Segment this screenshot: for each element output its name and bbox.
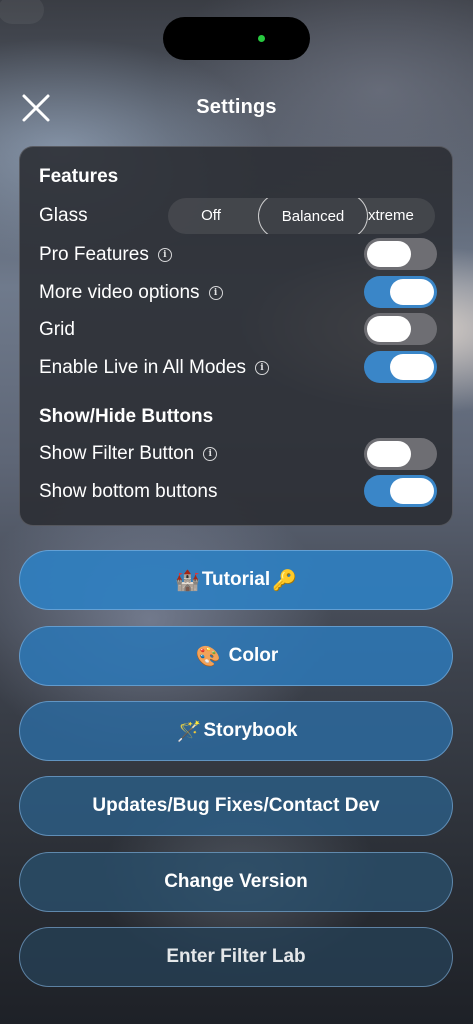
more-video-options-text: More video options — [39, 282, 200, 303]
show-filter-button-label: Show Filter Button i — [39, 443, 218, 465]
updates-label: Updates/Bug Fixes/Contact Dev — [92, 795, 380, 816]
tutorial-label: Tutorial — [201, 569, 271, 590]
castle-icon: 🏰 — [174, 568, 200, 592]
toggle-knob — [367, 316, 411, 342]
glass-option-balanced[interactable]: Balanced — [258, 198, 368, 234]
info-icon[interactable]: i — [157, 248, 172, 262]
color-button[interactable]: 🎨 Color — [19, 626, 453, 686]
show-filter-button-toggle[interactable] — [364, 438, 437, 470]
info-icon[interactable]: i — [255, 361, 270, 375]
storybook-button[interactable]: 🪄 Storybook — [19, 701, 453, 761]
grid-toggle[interactable] — [364, 313, 437, 345]
glass-label-text: Glass — [39, 205, 88, 226]
show-filter-button-text: Show Filter Button — [39, 443, 195, 464]
change-version-button[interactable]: Change Version — [19, 852, 453, 912]
toggle-knob — [390, 478, 434, 504]
filter-lab-label: Enter Filter Lab — [166, 946, 306, 967]
enable-live-text: Enable Live in All Modes — [39, 357, 247, 378]
show-bottom-buttons-label: Show bottom buttons — [39, 481, 218, 503]
enable-live-toggle[interactable] — [364, 351, 437, 383]
enter-filter-lab-button[interactable]: Enter Filter Lab — [19, 927, 453, 987]
toggle-knob — [390, 279, 434, 305]
pro-features-label: Pro Features i — [39, 244, 172, 266]
status-corner-indicator — [0, 0, 44, 24]
info-icon[interactable]: i — [203, 447, 218, 461]
pro-features-toggle[interactable] — [364, 238, 437, 270]
toggle-knob — [367, 241, 411, 267]
glass-option-off[interactable]: Off — [168, 198, 254, 234]
settings-panel: Features Glass Off xtreme Balanced Pro F… — [19, 146, 453, 526]
features-section-title: Features — [39, 166, 119, 187]
color-label: Color — [228, 645, 279, 666]
key-icon: 🔑 — [272, 568, 298, 592]
more-video-options-toggle[interactable] — [364, 276, 437, 308]
show-bottom-buttons-toggle[interactable] — [364, 475, 437, 507]
magic-wand-icon: 🪄 — [176, 719, 202, 743]
camera-indicator-dot — [258, 35, 265, 42]
glass-label: Glass — [39, 205, 88, 227]
enable-live-label: Enable Live in All Modes i — [39, 357, 270, 379]
show-hide-section-title: Show/Hide Buttons — [39, 406, 214, 427]
tutorial-button[interactable]: 🏰 Tutorial 🔑 — [19, 550, 453, 610]
grid-label: Grid — [39, 319, 75, 341]
glass-option-extreme[interactable]: xtreme — [364, 198, 435, 234]
grid-text: Grid — [39, 319, 75, 340]
page-title: Settings — [196, 96, 277, 118]
more-video-options-label: More video options i — [39, 282, 223, 304]
palette-icon: 🎨 — [195, 644, 221, 668]
show-bottom-buttons-text: Show bottom buttons — [39, 481, 218, 502]
storybook-label: Storybook — [203, 720, 298, 741]
updates-button[interactable]: Updates/Bug Fixes/Contact Dev — [19, 776, 453, 836]
pro-features-text: Pro Features — [39, 244, 149, 265]
toggle-knob — [367, 441, 411, 467]
change-version-label: Change Version — [164, 871, 308, 892]
info-icon[interactable]: i — [208, 286, 223, 300]
dynamic-island — [163, 17, 310, 60]
glass-segmented-control[interactable]: Off xtreme Balanced — [168, 198, 435, 234]
toggle-knob — [390, 354, 434, 380]
